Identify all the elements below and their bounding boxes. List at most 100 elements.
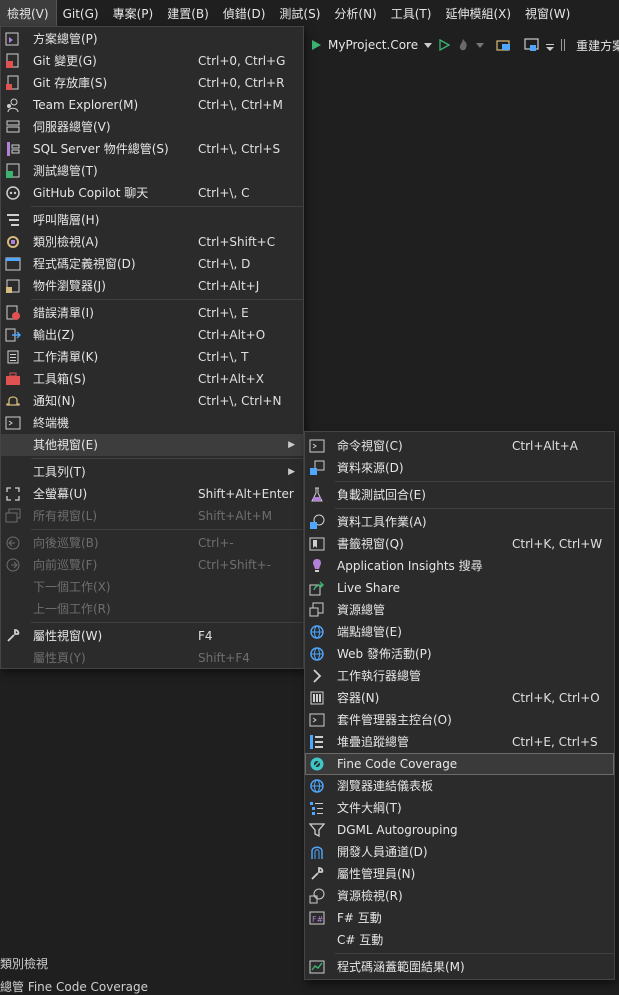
open-folder-icon[interactable] [496, 37, 512, 53]
menu-item-label: 物件瀏覽器(J) [33, 279, 106, 293]
menu-item[interactable]: Team Explorer(M) Ctrl+\, Ctrl+M [1, 94, 303, 116]
menu-item[interactable]: 端點總管(E) [305, 621, 614, 643]
menu-separator [335, 953, 614, 954]
team-explorer-icon [5, 97, 21, 113]
toolbox-icon [5, 371, 21, 387]
menu-item[interactable]: Web 發佈活動(P) [305, 643, 614, 665]
menu-project[interactable]: 專案(P) [106, 0, 161, 28]
menu-item[interactable]: 工作執行器總管 [305, 665, 614, 687]
output-icon [5, 327, 21, 343]
menu-item[interactable]: 程式碼定義視窗(D) Ctrl+\, D [1, 253, 303, 275]
chevron-down-icon[interactable] [476, 37, 485, 53]
menu-extensions[interactable]: 延伸模組(X) [438, 0, 518, 28]
menu-item[interactable]: 資源總管 [305, 599, 614, 621]
git-changes-icon [5, 53, 21, 69]
menu-item[interactable]: 類別檢視(A) Ctrl+Shift+C [1, 231, 303, 253]
menu-item[interactable]: 文件大綱(T) [305, 797, 614, 819]
menu-item[interactable]: 物件瀏覽器(J) Ctrl+Alt+J [1, 275, 303, 297]
chevron-down-icon[interactable] [424, 37, 433, 53]
menu-item-shortcut: Ctrl+- [198, 536, 234, 550]
menu-git[interactable]: Git(G) [56, 0, 106, 28]
menu-item[interactable]: 堆疊追蹤總管 Ctrl+E, Ctrl+S [305, 731, 614, 753]
menu-item[interactable]: 呼叫階層(H) [1, 209, 303, 231]
window-layout-icon[interactable] [524, 37, 540, 53]
menu-item[interactable]: 伺服器總管(V) [1, 116, 303, 138]
menu-item[interactable]: 瀏覽器連結儀表板 [305, 775, 614, 797]
menu-item[interactable]: 套件管理器主控台(O) [305, 709, 614, 731]
customize-toolbar-icon[interactable] [546, 37, 555, 53]
menu-item[interactable]: 開發人員通道(D) [305, 841, 614, 863]
menu-item-label: 全螢幕(U) [33, 487, 88, 501]
menu-item[interactable]: Fine Code Coverage [305, 753, 614, 775]
menu-view[interactable]: 檢視(V) [0, 0, 57, 29]
menu-item[interactable]: 資料來源(D) [305, 457, 614, 479]
menu-item[interactable]: 程式碼涵蓋範圍結果(M) [305, 956, 614, 978]
menu-item[interactable]: 工具箱(S) Ctrl+Alt+X [1, 368, 303, 390]
menu-item[interactable]: 資源檢視(R) [305, 885, 614, 907]
menu-item[interactable]: 全螢幕(U) Shift+Alt+Enter [1, 483, 303, 505]
menu-debug[interactable]: 偵錯(D) [216, 0, 273, 28]
menu-item: 向後巡覽(B) Ctrl+- [1, 532, 303, 554]
menu-analyze[interactable]: 分析(N) [327, 0, 383, 28]
menu-item[interactable]: 負載測試回合(E) [305, 484, 614, 506]
menu-item[interactable]: 輸出(Z) Ctrl+Alt+O [1, 324, 303, 346]
menu-item-label: 通知(N) [33, 394, 76, 408]
menu-item-label: Web 發佈活動(P) [337, 647, 432, 661]
menu-item-label: 所有視窗(L) [33, 509, 98, 523]
menu-item[interactable]: Git 變更(G) Ctrl+0, Ctrl+G [1, 50, 303, 72]
menu-test[interactable]: 測試(S) [272, 0, 327, 28]
class-view-tab[interactable]: 類別檢視 [0, 955, 48, 972]
data-tools-icon [309, 514, 325, 530]
menu-item[interactable]: 錯誤清單(I) Ctrl+\, E [1, 302, 303, 324]
menu-tools[interactable]: 工具(T) [384, 0, 439, 28]
menu-item[interactable]: Application Insights 搜尋 [305, 555, 614, 577]
dgml-filter-icon [309, 822, 325, 838]
rebuild-solution-icon[interactable] [560, 37, 570, 53]
hot-reload-icon[interactable] [456, 37, 470, 53]
rebuild-solution-button[interactable]: 重建方案 [576, 37, 619, 54]
menu-build[interactable]: 建置(B) [160, 0, 216, 28]
menu-item[interactable]: 資料工具作業(A) [305, 511, 614, 533]
menu-item[interactable]: DGML Autogrouping [305, 819, 614, 841]
menu-item-label: Live Share [337, 581, 400, 595]
fine-code-coverage-icon [309, 756, 325, 772]
menu-item-label: 負載測試回合(E) [337, 488, 426, 502]
menu-item-label: C# 互動 [337, 933, 384, 947]
menu-item[interactable]: 工具列(T) ▶ [1, 461, 303, 483]
start-debugging-icon[interactable] [310, 37, 322, 53]
menu-item-shortcut: Shift+Alt+M [198, 509, 272, 523]
menu-item[interactable]: 通知(N) Ctrl+\, Ctrl+N [1, 390, 303, 412]
start-without-debugging-icon[interactable] [438, 37, 451, 53]
menu-item[interactable]: F# F# 互動 [305, 907, 614, 929]
menu-item[interactable]: 屬性視窗(W) F4 [1, 625, 303, 647]
menu-item: 屬性頁(Y) Shift+F4 [1, 647, 303, 669]
server-explorer-icon [5, 119, 21, 135]
menu-window[interactable]: 視窗(W) [518, 0, 577, 28]
menu-item[interactable]: 命令視窗(C) Ctrl+Alt+A [305, 435, 614, 457]
menu-item[interactable]: 容器(N) Ctrl+K, Ctrl+O [305, 687, 614, 709]
menu-item-shortcut: Ctrl+0, Ctrl+R [198, 76, 285, 90]
menu-item[interactable]: 終端機 [1, 412, 303, 434]
menu-item-label: 屬性頁(Y) [33, 651, 86, 665]
menu-item[interactable]: 工作清單(K) Ctrl+\, T [1, 346, 303, 368]
menu-item[interactable]: Live Share [305, 577, 614, 599]
menu-item-label: 程式碼定義視窗(D) [33, 257, 136, 271]
error-list-icon [5, 305, 21, 321]
menu-item[interactable]: 屬性管理員(N) [305, 863, 614, 885]
menu-item[interactable]: Git 存放庫(S) Ctrl+0, Ctrl+R [1, 72, 303, 94]
menu-item[interactable]: SQL Server 物件總管(S) Ctrl+\, Ctrl+S [1, 138, 303, 160]
startup-project-selector[interactable]: MyProject.Core [328, 38, 418, 52]
menu-item-label: 工作執行器總管 [337, 669, 422, 683]
menu-item[interactable]: 其他視窗(E) ▶ [1, 434, 303, 456]
menu-item-shortcut: Ctrl+\, E [198, 306, 249, 320]
menu-item[interactable]: GitHub Copilot 聊天 Ctrl+\, C [1, 182, 303, 204]
menu-item: 上一個工作(R) [1, 598, 303, 620]
menu-item-label: 堆疊追蹤總管 [337, 735, 410, 749]
menu-item[interactable]: 測試總管(T) [1, 160, 303, 182]
menu-item-label: 資料來源(D) [337, 461, 404, 475]
menu-item[interactable]: 書籤視窗(Q) Ctrl+K, Ctrl+W [305, 533, 614, 555]
menu-item[interactable]: C# 互動 [305, 929, 614, 951]
menu-item-shortcut: Ctrl+E, Ctrl+S [512, 735, 598, 749]
property-manager-wrench-icon [309, 866, 325, 882]
menu-item[interactable]: 方案總管(P) [1, 28, 303, 50]
